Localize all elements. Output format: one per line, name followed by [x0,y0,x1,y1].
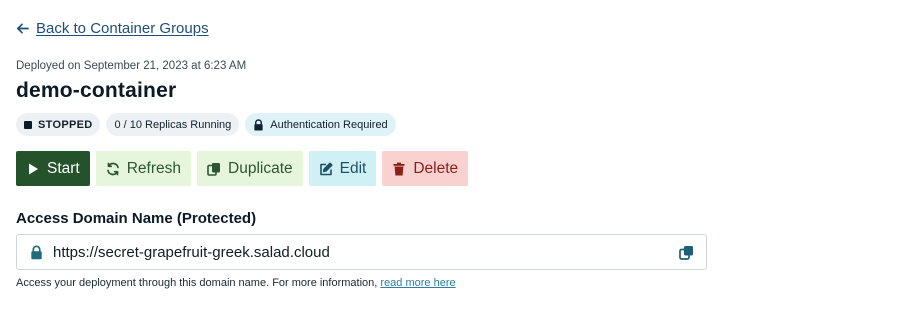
edit-icon [319,162,333,175]
status-badge-label: STOPPED [38,118,93,131]
refresh-button[interactable]: Refresh [95,151,192,186]
duplicate-button[interactable]: Duplicate [197,151,303,186]
action-toolbar: Start Refresh Duplicate Edit Delete [16,151,469,186]
auth-badge-label: Authentication Required [270,118,388,131]
start-button-label: Start [47,159,80,177]
copy-icon[interactable] [679,245,694,260]
replicas-badge: 0 / 10 Replicas Running [106,113,240,136]
back-to-container-groups-link[interactable]: Back to Container Groups [16,20,209,37]
stop-square-icon [24,120,32,129]
duplicate-button-label: Duplicate [228,159,293,177]
edit-button[interactable]: Edit [308,151,377,186]
trash-icon [393,162,405,175]
access-domain-value[interactable]: https://secret-grapefruit-greek.salad.cl… [53,244,679,261]
help-text: Access your deployment through this doma… [16,277,381,289]
lock-icon [31,245,42,259]
page-title: demo-container [16,79,177,102]
refresh-button-label: Refresh [126,159,182,177]
lock-icon [254,118,263,130]
delete-button-label: Delete [413,159,459,177]
back-link-label: Back to Container Groups [36,20,209,37]
delete-button[interactable]: Delete [382,151,469,186]
read-more-link[interactable]: read more here [380,277,455,289]
access-domain-label: Access Domain Name (Protected) [16,210,257,227]
status-badges: STOPPED 0 / 10 Replicas Running Authenti… [16,113,396,136]
arrow-left-icon [17,23,29,34]
access-domain-help: Access your deployment through this doma… [16,277,456,289]
edit-button-label: Edit [339,159,367,177]
access-domain-field[interactable]: https://secret-grapefruit-greek.salad.cl… [16,234,707,270]
refresh-icon [106,162,119,175]
replicas-badge-label: 0 / 10 Replicas Running [114,118,232,131]
auth-badge: Authentication Required [245,113,396,136]
deployed-timestamp: Deployed on September 21, 2023 at 6:23 A… [16,60,247,72]
play-icon [29,163,38,174]
start-button[interactable]: Start [16,151,90,186]
status-badge: STOPPED [16,113,101,136]
duplicate-icon [207,162,221,176]
